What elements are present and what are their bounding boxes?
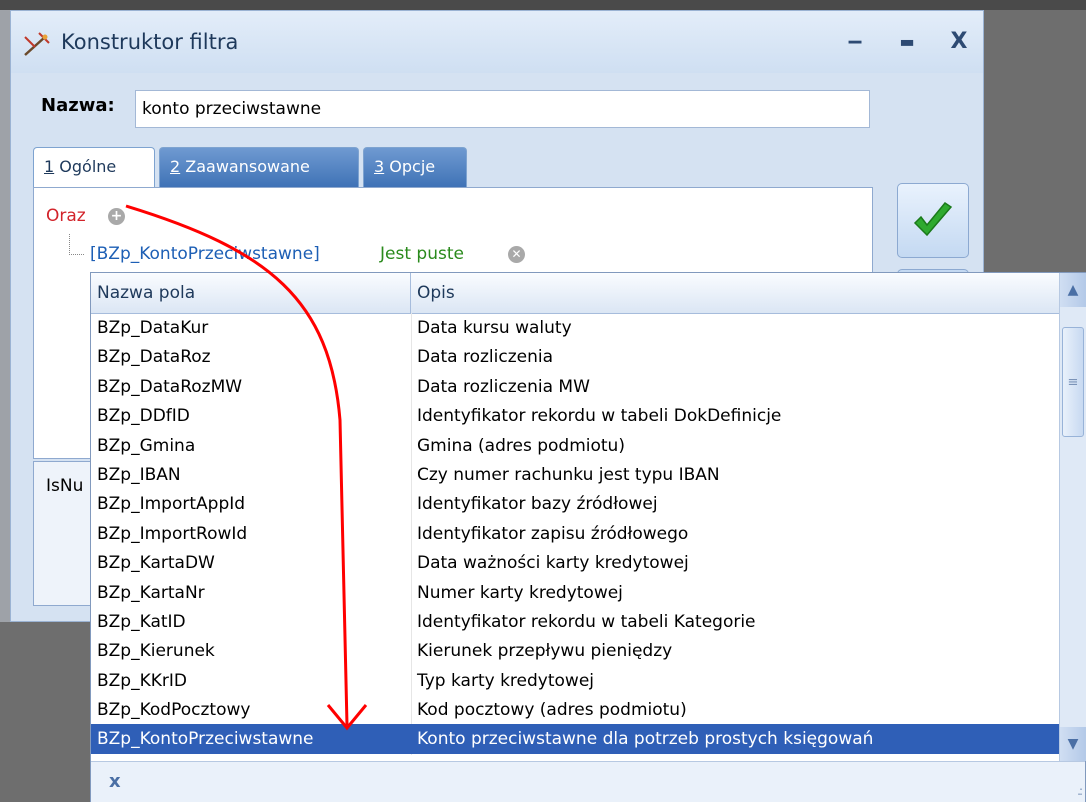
field-name: BZp_DataKur bbox=[97, 318, 209, 338]
list-item[interactable]: BZp_KKrID Typ karty kredytowej bbox=[91, 666, 1059, 695]
name-input[interactable] bbox=[135, 90, 870, 128]
tab-general[interactable]: 1 Ogólne bbox=[33, 147, 155, 189]
field-description: Kierunek przepływu pieniędzy bbox=[417, 641, 673, 662]
add-condition-icon[interactable]: + bbox=[108, 208, 125, 225]
tab-options[interactable]: 3 Opcje bbox=[363, 147, 467, 187]
list-item[interactable]: BZp_DataKur Data kursu waluty bbox=[91, 313, 1059, 342]
tab-advanced-label: Zaawansowane bbox=[180, 157, 310, 176]
tab-advanced-hotkey: 2 bbox=[170, 157, 181, 176]
remove-condition-icon[interactable]: ✕ bbox=[508, 246, 525, 263]
list-item[interactable]: BZp_KodPocztowy Kod pocztowy (adres podmi… bbox=[91, 695, 1059, 724]
scroll-up-arrow-icon[interactable]: ▲ bbox=[1060, 273, 1086, 307]
list-item[interactable]: BZp_Kierunek Kierunek przepływu pieniędzy bbox=[91, 636, 1059, 665]
close-button[interactable]: X bbox=[941, 25, 977, 57]
background-edge bbox=[0, 10, 10, 622]
field-name: BZp_DataRozMW bbox=[97, 376, 243, 397]
column-header-field-name[interactable]: Nazwa pola bbox=[91, 273, 411, 313]
tab-options-hotkey: 3 bbox=[374, 157, 385, 176]
field-name: BZp_DataRoz bbox=[97, 347, 211, 368]
field-name: BZp_KatID bbox=[97, 611, 186, 632]
list-item[interactable]: BZp_DataRozMW Data rozliczenia MW bbox=[91, 372, 1059, 401]
list-item[interactable]: BZp_KatID Identyfikator rekordu w tabeli … bbox=[91, 607, 1059, 636]
list-item[interactable]: BZp_DataRoz Data rozliczenia bbox=[91, 342, 1059, 371]
field-description: Kod pocztowy (adres podmiotu) bbox=[417, 700, 687, 721]
list-item[interactable]: BZp_ImportAppId Identyfikator bazy źródło… bbox=[91, 489, 1059, 518]
name-label: Nazwa: bbox=[41, 95, 115, 116]
tab-options-label: Opcje bbox=[384, 157, 436, 176]
close-dropdown-icon[interactable]: x bbox=[109, 771, 121, 792]
list-item[interactable]: BZp_Gmina Gmina (adres podmiotu) bbox=[91, 431, 1059, 460]
window-title: Konstruktor filtra bbox=[61, 30, 239, 54]
tab-general-label: Ogólne bbox=[54, 157, 117, 176]
list-item[interactable]: BZp_DDfID Identyfikator rekordu w tabeli … bbox=[91, 401, 1059, 430]
field-name: BZp_KodPocztowy bbox=[97, 700, 251, 721]
field-description: Numer karty kredytowej bbox=[417, 582, 623, 603]
field-name: BZp_KartaDW bbox=[97, 553, 215, 574]
field-name: BZp_ImportAppId bbox=[97, 494, 246, 515]
list-item[interactable]: BZp_KartaDW Data ważności karty kredytowe… bbox=[91, 548, 1059, 577]
field-name: BZp_KKrID bbox=[97, 670, 187, 691]
filter-wand-icon bbox=[24, 32, 50, 56]
field-description: Gmina (adres podmiotu) bbox=[417, 435, 625, 456]
field-description: Data kursu waluty bbox=[417, 318, 572, 338]
field-description: Identyfikator rekordu w tabeli DokDefini… bbox=[417, 406, 782, 427]
checkmark-icon bbox=[913, 201, 953, 236]
condition-operator[interactable]: Jest puste bbox=[380, 244, 464, 264]
field-picker-dropdown: Nazwa pola Opis BZp_DataKur Data kursu wa… bbox=[90, 272, 1086, 802]
field-list: BZp_DataKur Data kursu waluty BZp_DataRoz… bbox=[91, 313, 1059, 754]
list-item[interactable]: BZp_ImportRowId Identyfikator zapisu źród… bbox=[91, 519, 1059, 548]
field-name: BZp_KartaNr bbox=[97, 582, 205, 603]
column-header-description[interactable]: Opis bbox=[411, 273, 1059, 313]
field-name: BZp_ImportRowId bbox=[97, 523, 248, 544]
field-description: Data rozliczenia bbox=[417, 347, 554, 368]
list-item[interactable]: BZp_IBAN Czy numer rachunku jest typu IBA… bbox=[91, 460, 1059, 489]
tab-general-hotkey: 1 bbox=[44, 157, 55, 176]
background-strip bbox=[0, 0, 1086, 10]
scroll-thumb[interactable]: ≡ bbox=[1062, 327, 1084, 437]
resize-grip-icon[interactable]: .: bbox=[1077, 784, 1083, 798]
field-description: Identyfikator zapisu źródłowego bbox=[417, 523, 689, 544]
vertical-scrollbar[interactable]: ▲ ≡ ▼ bbox=[1059, 273, 1086, 761]
field-name: BZp_Gmina bbox=[97, 435, 196, 456]
minimize-button[interactable]: ‒ bbox=[837, 25, 873, 57]
title-bar[interactable]: Konstruktor filtra ‒ ▬ X bbox=[11, 11, 983, 73]
group-operator[interactable]: Oraz bbox=[46, 206, 86, 226]
field-name: BZp_DDfID bbox=[97, 406, 190, 427]
field-description: Identyfikator bazy źródłowej bbox=[417, 494, 658, 515]
dropdown-footer: x .: bbox=[91, 761, 1085, 802]
field-description: Identyfikator rekordu w tabeli Kategorie bbox=[417, 611, 756, 632]
tab-advanced[interactable]: 2 Zaawansowane bbox=[159, 147, 359, 187]
description-text: IsNu bbox=[46, 476, 84, 496]
maximize-button[interactable]: ▬ bbox=[889, 25, 925, 57]
field-description: Czy numer rachunku jest typu IBAN bbox=[417, 464, 720, 485]
field-name: BZp_Kierunek bbox=[97, 641, 215, 662]
scroll-down-arrow-icon[interactable]: ▼ bbox=[1060, 727, 1086, 761]
field-description: Konto przeciwstawne dla potrzeb prostych… bbox=[417, 729, 874, 750]
field-description: Data rozliczenia MW bbox=[417, 376, 590, 397]
condition-field[interactable]: [BZp_KontoPrzeciwstawne] bbox=[90, 244, 320, 264]
grid-header: Nazwa pola Opis bbox=[91, 273, 1059, 314]
list-item[interactable]: BZp_KartaNr Numer karty kredytowej bbox=[91, 578, 1059, 607]
list-item-selected[interactable]: BZp_KontoPrzeciwstawne Konto przeciwstawn… bbox=[91, 724, 1059, 754]
tree-connector bbox=[69, 234, 84, 255]
field-name: BZp_IBAN bbox=[97, 464, 181, 485]
ok-button[interactable] bbox=[897, 183, 969, 258]
field-description: Typ karty kredytowej bbox=[417, 670, 594, 691]
field-description: Data ważności karty kredytowej bbox=[417, 553, 689, 574]
field-name: BZp_KontoPrzeciwstawne bbox=[97, 729, 314, 750]
